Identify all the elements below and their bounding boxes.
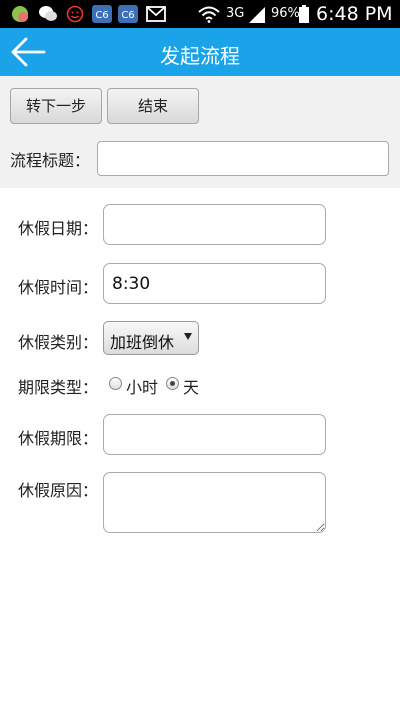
- flow-title-input[interactable]: [97, 141, 389, 176]
- leave-type-select[interactable]: 加班倒休: [103, 321, 199, 355]
- wechat-icon: [39, 6, 57, 21]
- leave-period-input[interactable]: [103, 414, 326, 455]
- leave-date-input[interactable]: [103, 204, 326, 245]
- battery-icon: [299, 5, 309, 23]
- svg-text:C6: C6: [95, 10, 108, 21]
- page-title: 发起流程: [160, 44, 240, 68]
- c6-app-icon: C6: [92, 5, 112, 23]
- action-toolbar: 转下一步 结束 流程标题：: [0, 76, 400, 188]
- svg-text:C6: C6: [121, 10, 134, 21]
- next-step-button[interactable]: 转下一步: [10, 88, 102, 124]
- status-bar: C6 C6 3G 96% 6:48 PM: [0, 0, 400, 28]
- battery-percent: 96%: [271, 6, 300, 21]
- leave-period-label: 休假期限：: [18, 429, 99, 448]
- leave-time-input[interactable]: [103, 263, 326, 304]
- smiley-icon: [66, 5, 84, 23]
- dropdown-arrow-icon: [184, 333, 192, 340]
- radio-hour[interactable]: [109, 377, 122, 390]
- leave-type-selected: 加班倒休: [110, 333, 175, 352]
- leave-date-label: 休假日期：: [18, 219, 99, 238]
- c6-app-icon-2: C6: [118, 5, 138, 23]
- app-bar: 发起流程: [0, 28, 400, 76]
- radio-day-label: 天: [183, 378, 200, 397]
- leave-reason-label: 休假原因：: [18, 481, 99, 500]
- leave-time-label: 休假时间：: [18, 278, 99, 297]
- radio-day[interactable]: [166, 377, 179, 390]
- period-type-label: 期限类型：: [18, 378, 99, 397]
- radio-hour-label: 小时: [126, 378, 159, 397]
- leave-type-label: 休假类别：: [18, 333, 99, 352]
- app-notification-icon: [12, 6, 28, 22]
- signal-icon: [249, 7, 265, 23]
- leave-reason-textarea[interactable]: [103, 472, 326, 533]
- end-button[interactable]: 结束: [107, 88, 199, 124]
- wifi-icon: [198, 6, 220, 23]
- flow-title-label: 流程标题：: [10, 151, 91, 170]
- network-type: 3G: [226, 6, 245, 21]
- mail-icon: [146, 6, 166, 22]
- status-time: 6:48 PM: [316, 3, 393, 25]
